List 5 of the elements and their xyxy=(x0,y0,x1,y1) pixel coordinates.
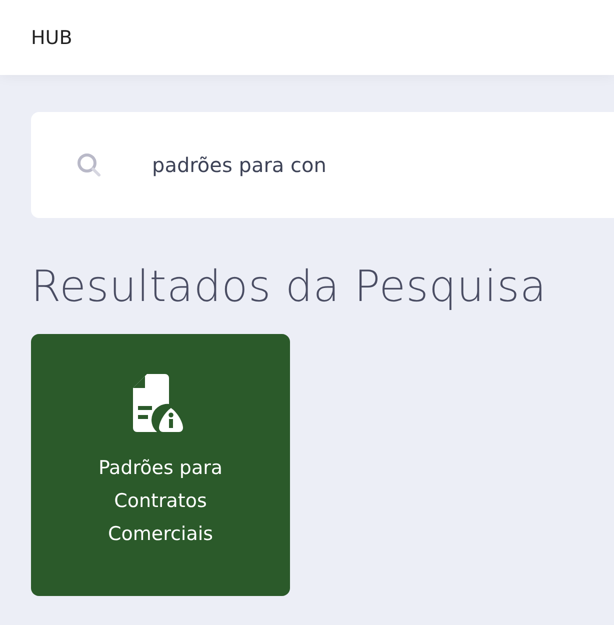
results-heading: Resultados da Pesquisa xyxy=(31,262,548,312)
app-title: HUB xyxy=(31,26,72,48)
search-icon xyxy=(76,152,102,178)
search-field[interactable]: padrões para con xyxy=(152,153,552,177)
result-card[interactable]: Padrões para Contratos Comerciais xyxy=(31,334,290,596)
